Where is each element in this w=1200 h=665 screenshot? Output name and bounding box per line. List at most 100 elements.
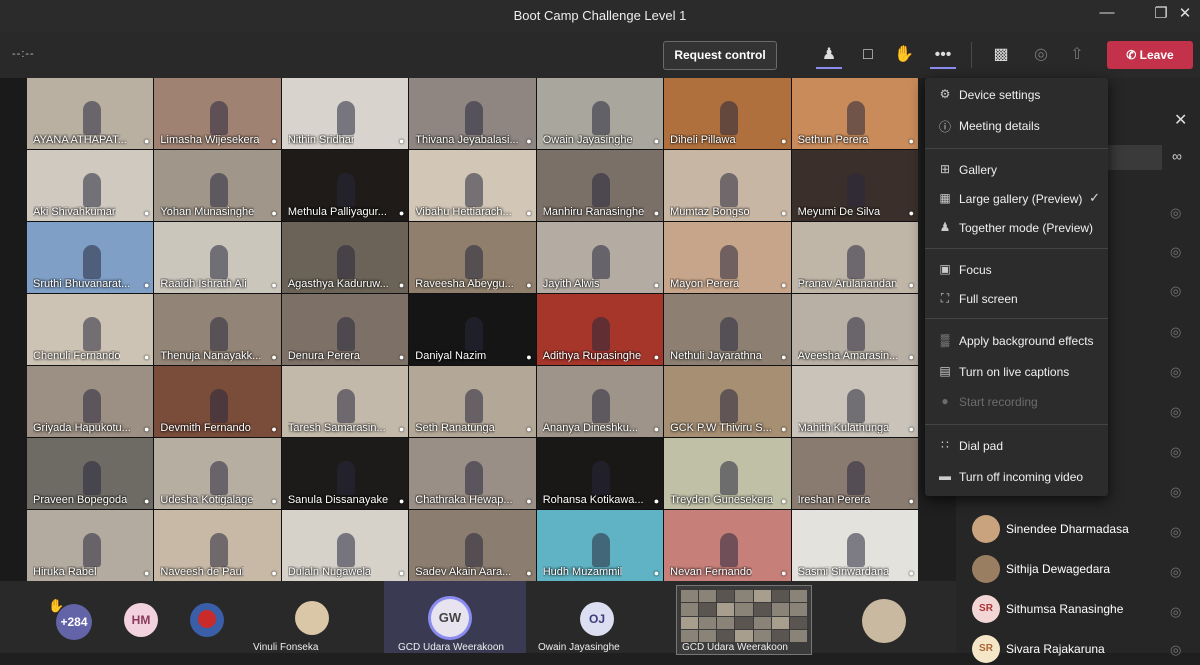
- menu-item-device-settings[interactable]: ⚙ Device settings: [925, 83, 1108, 107]
- request-control-button[interactable]: Request control: [663, 41, 777, 70]
- menu-item-background-effects[interactable]: ▒ Apply background effects: [925, 329, 1108, 353]
- participant-video-tile[interactable]: Methula Palliyagur... ●: [281, 150, 409, 221]
- participant-video-tile[interactable]: Udesha Kotigalage ●: [154, 438, 281, 509]
- mic-icon: ●: [653, 352, 660, 362]
- participant-video-tile[interactable]: Meyumi De Silva ●: [791, 150, 918, 221]
- participant-video-tile[interactable]: Devmith Fernando ●: [154, 366, 281, 437]
- participant-video-tile[interactable]: Vibahu Hettiarach... ●: [409, 150, 536, 221]
- participant-video-tile[interactable]: Sethun Perera ●: [791, 78, 918, 149]
- participant-video-tile[interactable]: Raaidh Ishrath Ali ●: [154, 222, 281, 293]
- participant-video-tile[interactable]: Sadev Akain Aara... ●: [409, 510, 536, 581]
- participant-video-tile[interactable]: Manhiru Ranasinghe ●: [536, 150, 664, 221]
- share-invite-icon[interactable]: ∞: [1172, 148, 1182, 164]
- avatar[interactable]: [295, 601, 329, 635]
- avatar[interactable]: HM: [124, 603, 158, 637]
- participant-video-tile[interactable]: Sasmi Siriwardana ●: [791, 510, 918, 581]
- participant-video-tile[interactable]: Naveesh de Paul ●: [154, 510, 281, 581]
- participant-video-tile[interactable]: Nithin Sridhar ●: [281, 78, 409, 149]
- info-icon: ⓘ: [938, 120, 951, 134]
- participant-video-tile[interactable]: Hudh Muzammil ●: [536, 510, 664, 581]
- participant-video-tile[interactable]: Treyden Gunesekera ●: [664, 438, 791, 509]
- participant-video-tile[interactable]: Owain Jayasinghe ●: [536, 78, 664, 149]
- participant-video-tile[interactable]: Rohansa Kotikawa... ●: [536, 438, 664, 509]
- participant-video-tile[interactable]: Mahith Kulathunga ●: [791, 366, 918, 437]
- menu-item-meeting-details[interactable]: ⓘ Meeting details: [925, 114, 1108, 138]
- participant-name: Aveesha Amarasin...: [797, 350, 899, 362]
- menu-item-live-captions[interactable]: ▤ Turn on live captions: [925, 360, 1108, 384]
- video-feed: [719, 389, 738, 423]
- participant-video-tile[interactable]: Sruthi Bhuvanarat... ●: [27, 222, 154, 293]
- participant-video-tile[interactable]: Hiruka Rabel ●: [27, 510, 154, 581]
- participant-video-tile[interactable]: Daniyal Nazim ●: [409, 294, 536, 365]
- video-feed: [847, 533, 866, 567]
- menu-item-dial-pad[interactable]: ∷ Dial pad: [925, 434, 1108, 458]
- participant-video-tile[interactable]: Yohan Munasinghe ●: [154, 150, 281, 221]
- thumbnail-grid: [681, 590, 807, 642]
- dial-pad-icon: ∷: [941, 438, 949, 452]
- avatar[interactable]: [190, 603, 224, 637]
- participant-video-tile[interactable]: Griyada Hapukotu... ●: [27, 366, 154, 437]
- mic-icon: ●: [143, 496, 150, 506]
- share-screen-icon[interactable]: ⇧: [1064, 43, 1090, 67]
- participant-video-tile[interactable]: Agasthya Kaduruw... ●: [281, 222, 409, 293]
- menu-item-label: Start recording: [959, 395, 1038, 409]
- participant-video-tile[interactable]: Taresh Samarasin... ●: [281, 366, 409, 437]
- participant-video-tile[interactable]: Dulaln Nugawela ●: [281, 510, 409, 581]
- participant-video-tile[interactable]: Ireshan Perera ●: [791, 438, 918, 509]
- participant-name: AYANA ATHAPAT...: [33, 134, 127, 146]
- chat-icon[interactable]: □: [855, 43, 881, 67]
- participant-video-tile[interactable]: Aveesha Amarasin... ●: [791, 294, 918, 365]
- participant-name: Jayith Alwis: [542, 278, 600, 290]
- video-feed: [592, 461, 611, 495]
- minimize-icon[interactable]: —: [1092, 4, 1122, 21]
- participant-video-tile[interactable]: Nethuli Jayarathna ●: [664, 294, 791, 365]
- participant-video-tile[interactable]: Chathraka Hewap... ●: [409, 438, 536, 509]
- mic-icon: ●: [908, 568, 914, 578]
- participant-name: Sithija Dewagedara: [1006, 562, 1111, 576]
- participant-video-tile[interactable]: Denura Perera ●: [281, 294, 409, 365]
- participant-video-tile[interactable]: Praveen Bopegoda ●: [27, 438, 154, 509]
- participant-video-tile[interactable]: Chenuli Fernando ●: [27, 294, 154, 365]
- participant-video-tile[interactable]: AYANA ATHAPAT... ●: [27, 78, 154, 149]
- menu-item-gallery[interactable]: ⊞ Gallery: [925, 158, 1108, 182]
- more-actions-icon[interactable]: •••: [930, 43, 956, 69]
- participant-video-tile[interactable]: Nevan Fernando ●: [664, 510, 791, 581]
- menu-item-together-mode[interactable]: ♟ Together mode (Preview): [925, 216, 1108, 240]
- participant-video-tile[interactable]: Adithya Rupasinghe ●: [536, 294, 664, 365]
- participant-video-tile[interactable]: Thenuja Nanayakk... ●: [154, 294, 281, 365]
- participant-name: Sadev Akain Aara...: [415, 566, 512, 578]
- participant-video-tile[interactable]: Diheli Pillawa ●: [664, 78, 791, 149]
- menu-item-focus[interactable]: ▣ Focus: [925, 258, 1108, 282]
- avatar[interactable]: [862, 599, 906, 643]
- participant-video-tile[interactable]: GCK P.W Thiviru S... ●: [664, 366, 791, 437]
- close-panel-icon[interactable]: ✕: [1174, 110, 1187, 130]
- video-feed: [592, 101, 611, 135]
- menu-item-full-screen[interactable]: ⛶ Full screen: [925, 287, 1108, 311]
- participant-video-tile[interactable]: Ananya Dineshku... ●: [536, 366, 664, 437]
- raise-hand-icon[interactable]: ✋: [891, 43, 917, 67]
- participant-video-tile[interactable]: Mayon Perera ●: [664, 222, 791, 293]
- participant-video-tile[interactable]: Raveesha Abeygu... ●: [409, 222, 536, 293]
- participant-video-tile[interactable]: Pranav Arulanandan ●: [791, 222, 918, 293]
- menu-item-large-gallery[interactable]: ▦ Large gallery (Preview) ✓: [925, 187, 1108, 211]
- participant-video-tile[interactable]: Seth Ranatunga ●: [409, 366, 536, 437]
- participant-name: Ireshan Perera: [797, 494, 871, 506]
- menu-item-incoming-video[interactable]: ▬ Turn off incoming video: [925, 465, 1108, 489]
- avatar[interactable]: OJ: [580, 602, 614, 636]
- close-window-icon[interactable]: ✕: [1170, 4, 1200, 22]
- camera-off-icon[interactable]: ▩: [988, 43, 1014, 67]
- participant-video-tile[interactable]: Limasha Wijesekera ●: [154, 78, 281, 149]
- participant-video-tile[interactable]: Aki Shivahkumar ●: [27, 150, 154, 221]
- participants-icon[interactable]: ♟: [816, 43, 842, 69]
- participant-video-tile[interactable]: Jayith Alwis ●: [536, 222, 664, 293]
- video-feed: [210, 173, 229, 207]
- mic-icon: ●: [653, 136, 660, 146]
- leave-button[interactable]: ✆ Leave: [1107, 41, 1193, 69]
- menu-item-label: Full screen: [959, 292, 1018, 306]
- overflow-participants-badge[interactable]: +284: [56, 604, 92, 640]
- participant-video-tile[interactable]: Mumtaz Bongso ●: [664, 150, 791, 221]
- participant-video-tile[interactable]: Sanula Dissanayake ●: [281, 438, 409, 509]
- microphone-icon[interactable]: ◎: [1028, 43, 1054, 67]
- participant-video-tile[interactable]: Thivana Jeyabalasi... ●: [409, 78, 536, 149]
- leave-label: Leave: [1139, 48, 1174, 62]
